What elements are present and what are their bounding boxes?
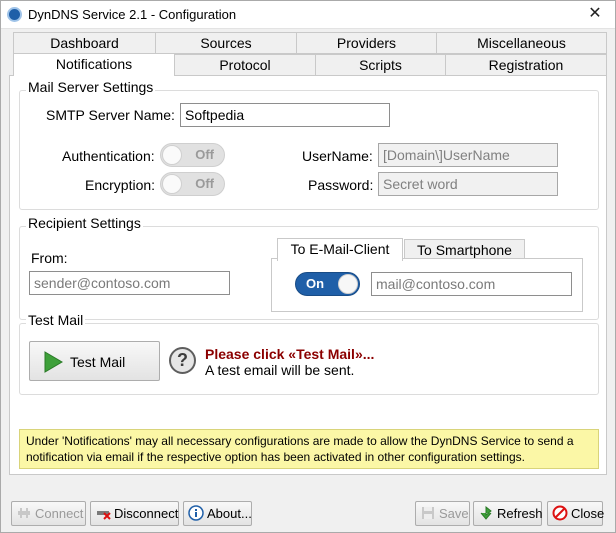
refresh-icon	[480, 505, 492, 520]
save-label: Save	[439, 506, 469, 521]
tab-sources[interactable]: Sources	[155, 32, 297, 54]
tab-protocol[interactable]: Protocol	[174, 54, 316, 76]
toggle-knob	[162, 145, 182, 165]
test-mail-subline: A test email will be sent.	[205, 362, 355, 378]
email-client-state: On	[306, 276, 325, 291]
to-email-input[interactable]: mail@contoso.com	[371, 272, 572, 296]
encryption-label: Encryption:	[85, 177, 156, 193]
title-bar: DynDNS Service 2.1 - Configuration ✕	[1, 1, 615, 29]
tab-registration[interactable]: Registration	[445, 54, 607, 76]
encryption-state: Off	[195, 176, 214, 191]
password-label: Password:	[308, 177, 374, 193]
test-mail-group-title: Test Mail	[26, 312, 86, 328]
info-message: Under 'Notifications' may all necessary …	[19, 429, 599, 469]
test-mail-button-label: Test Mail	[70, 354, 126, 370]
from-label: From:	[31, 250, 68, 266]
main-window: DynDNS Service 2.1 - Configuration ✕ Das…	[0, 0, 616, 533]
username-label: UserName:	[302, 148, 373, 164]
recipient-group-title: Recipient Settings	[26, 215, 143, 231]
test-mail-button[interactable]: Test Mail	[29, 341, 160, 381]
toggle-knob	[338, 274, 358, 294]
connect-button[interactable]: Connect	[11, 501, 86, 526]
save-button[interactable]: Save	[415, 501, 470, 526]
close-label: Close	[571, 506, 605, 521]
play-arrow-icon	[44, 351, 63, 373]
authentication-label: Authentication:	[62, 148, 155, 164]
username-input[interactable]: [Domain\]UserName	[378, 143, 558, 167]
window-title: DynDNS Service 2.1 - Configuration	[28, 7, 237, 22]
test-mail-headline: Please click «Test Mail»...	[205, 346, 375, 362]
smtp-server-input[interactable]: Softpedia	[180, 103, 390, 127]
smtp-label: SMTP Server Name:	[46, 107, 175, 123]
disconnect-icon	[97, 511, 111, 520]
tab-notifications[interactable]: Notifications	[13, 53, 175, 76]
tab-dashboard[interactable]: Dashboard	[13, 32, 156, 54]
refresh-label: Refresh	[497, 506, 543, 521]
toggle-knob	[162, 174, 182, 194]
refresh-button[interactable]: Refresh	[473, 501, 543, 526]
mail-server-group-title: Mail Server Settings	[26, 79, 156, 95]
floppy-disk-icon	[422, 507, 434, 519]
connect-label: Connect	[35, 506, 84, 521]
disconnect-label: Disconnect	[114, 506, 179, 521]
disconnect-button[interactable]: Disconnect	[90, 501, 179, 526]
info-icon	[188, 505, 204, 521]
subtab-email-client[interactable]: To E-Mail-Client	[277, 238, 403, 261]
authentication-state: Off	[195, 147, 214, 162]
window-close-button[interactable]: ✕	[575, 1, 615, 29]
stop-icon	[552, 505, 568, 521]
tab-providers[interactable]: Providers	[296, 32, 437, 54]
about-label: About...	[207, 506, 252, 521]
authentication-toggle[interactable]: Off	[160, 143, 225, 167]
email-client-toggle[interactable]: On	[295, 272, 360, 296]
app-icon	[7, 7, 22, 22]
about-button[interactable]: About...	[183, 501, 252, 526]
password-input[interactable]: Secret word	[378, 172, 558, 196]
tab-scripts[interactable]: Scripts	[315, 54, 446, 76]
tab-miscellaneous[interactable]: Miscellaneous	[436, 32, 607, 54]
help-icon: ?	[169, 347, 196, 374]
close-button[interactable]: Close	[547, 501, 605, 526]
from-input[interactable]: sender@contoso.com	[29, 271, 230, 295]
plug-icon	[18, 508, 30, 518]
encryption-toggle[interactable]: Off	[160, 172, 225, 196]
